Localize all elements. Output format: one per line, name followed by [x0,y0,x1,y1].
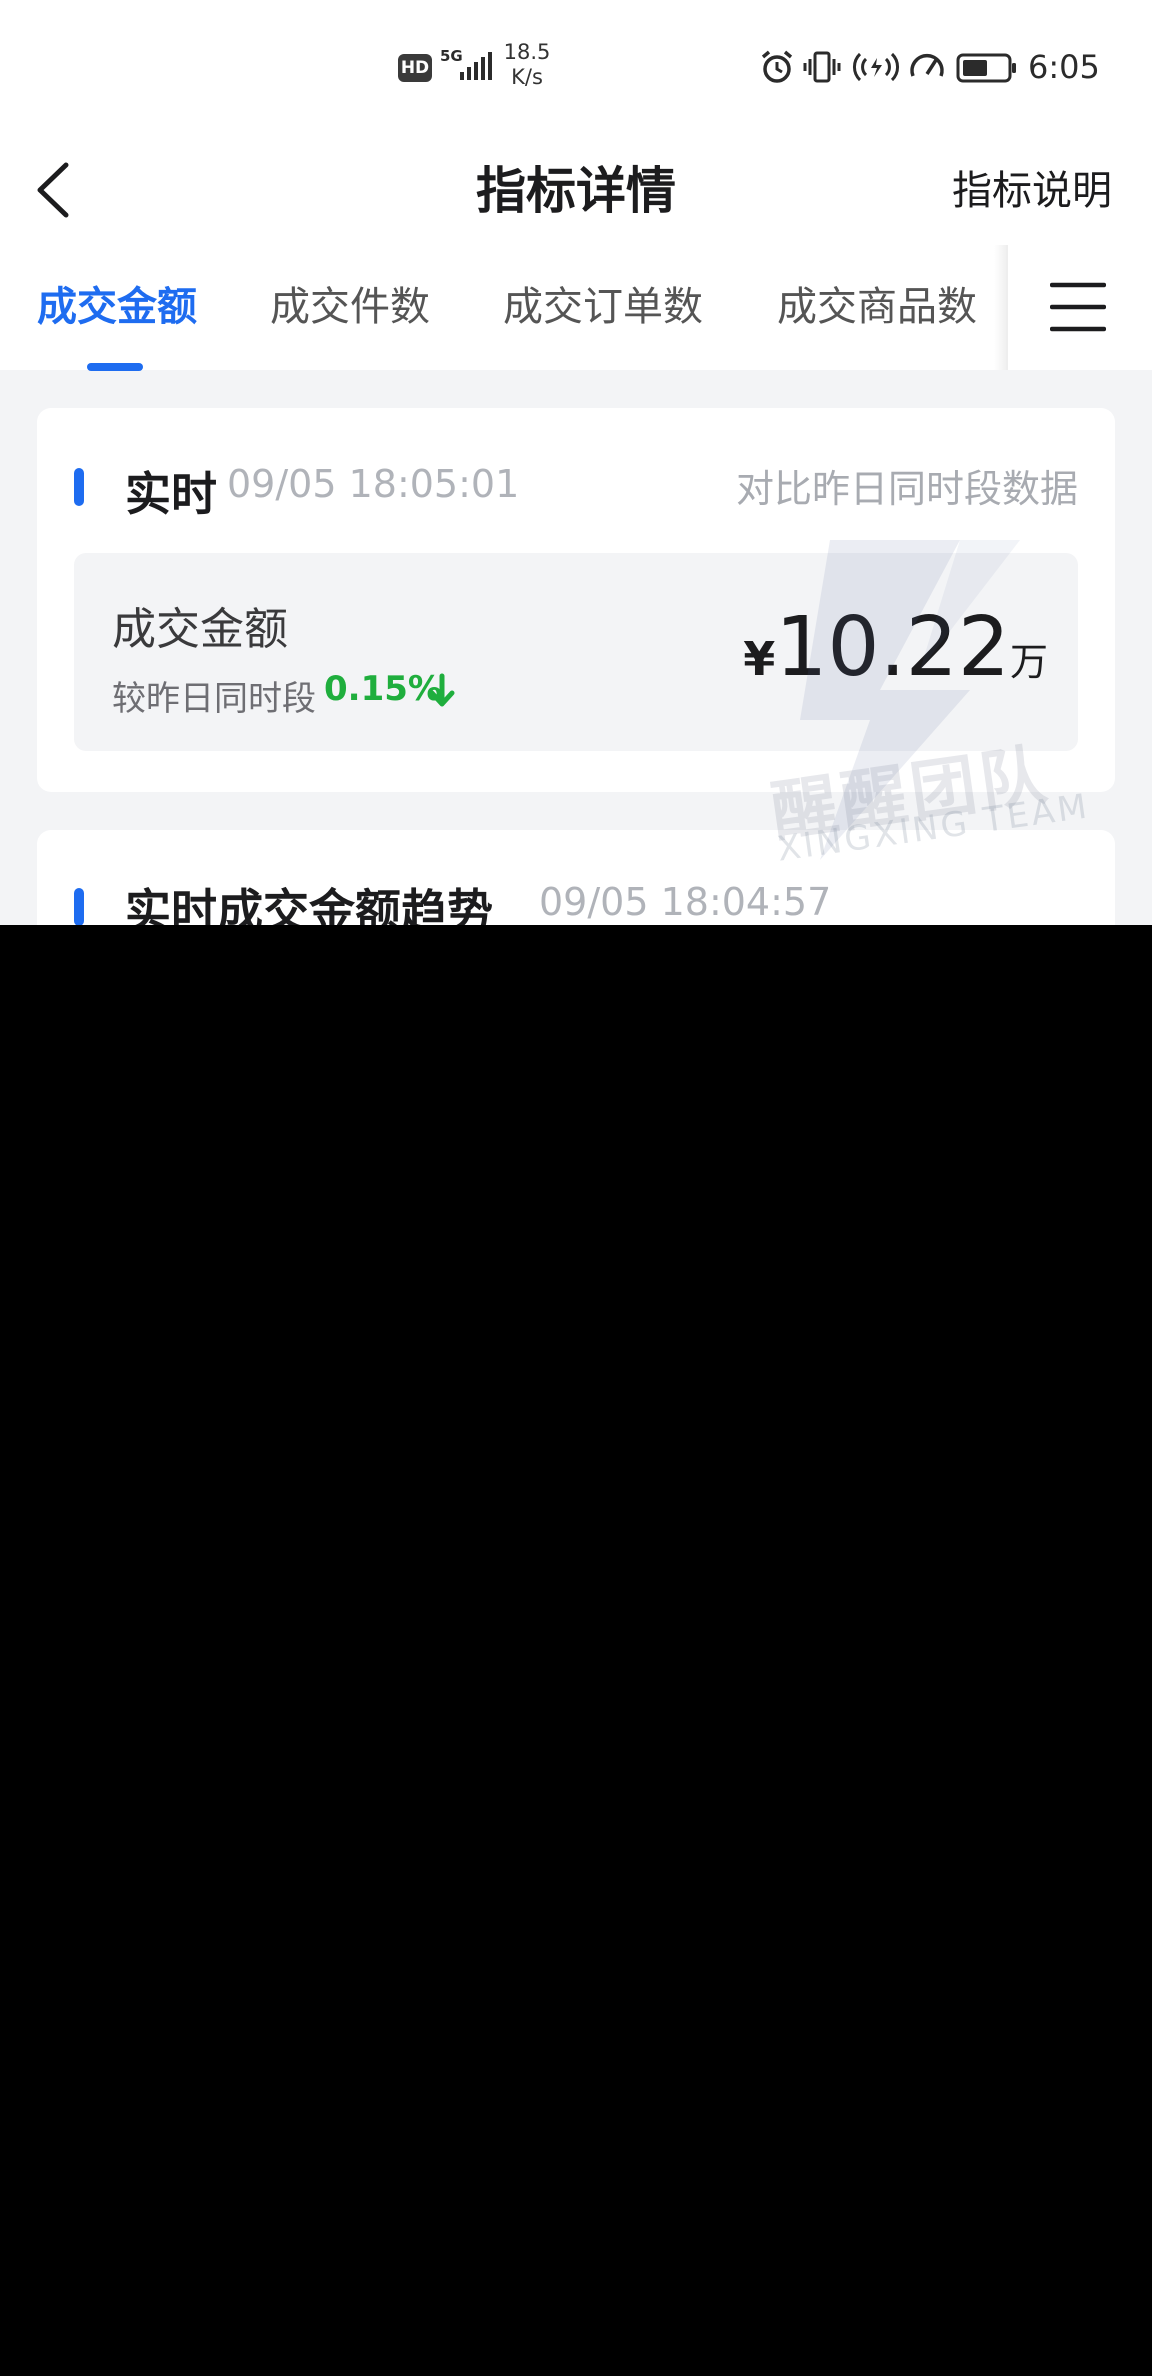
tab-deal-orders[interactable]: 成交订单数 [503,245,703,370]
section-accent-bar [74,468,84,506]
trend-title: 实时成交金额趋势 [125,884,493,925]
realtime-title: 实时 [125,467,217,521]
tab-deal-products[interactable]: 成交商品数 [777,245,977,370]
metric-compare-label: 较昨日同时段 [112,679,316,719]
arrow-down-icon [429,673,455,707]
status-time: 6:05 [1028,48,1100,86]
hd-badge: HD [398,54,432,82]
network-speed: 18.5 K/s [500,40,554,90]
battery-icon [956,53,1016,83]
tab-deal-amount[interactable]: 成交金额 [37,245,197,370]
vibrate-icon [803,51,841,83]
currency-symbol: ¥ [743,632,776,686]
metric-summary[interactable]: 成交金额 较昨日同时段 0.15% ¥10.22万 [74,553,1078,751]
speed-icon [910,53,944,77]
status-bar: HD 5G 18.5 K/s 6:05 [0,0,1152,135]
network-speed-value: 18.5 [503,40,551,64]
metric-tabs: 成交金额 成交件数 成交订单数 成交商品数 [0,245,1152,371]
metric-amount: 10.22 [775,600,1010,695]
compare-yesterday-link[interactable]: 对比昨日同时段数据 [736,458,1078,513]
metric-value: ¥10.22万 [743,603,1048,693]
signal-icon [460,52,492,80]
metric-info-link[interactable]: 指标说明 [952,149,1112,234]
blank-area [0,925,1152,2376]
trend-timestamp: 09/05 18:04:57 [539,880,832,924]
metric-change-value: 0.15% [324,669,442,709]
hotspot-icon [853,52,899,82]
realtime-timestamp: 09/05 18:05:01 [227,462,520,506]
alarm-icon [761,50,793,83]
metric-unit: 万 [1009,640,1048,684]
active-tab-indicator [87,363,143,371]
menu-icon[interactable] [1050,277,1106,337]
page-header: 指标详情 指标说明 [0,135,1152,245]
metric-name: 成交金额 [112,604,288,655]
network-speed-unit: K/s [511,65,543,89]
section-accent-bar [74,888,84,925]
tab-divider [994,245,1008,370]
tab-deal-items[interactable]: 成交件数 [270,245,430,370]
app-screen: HD 5G 18.5 K/s 6:05 指标详情 指标说明 成交金额 成交件数 … [0,0,1152,925]
